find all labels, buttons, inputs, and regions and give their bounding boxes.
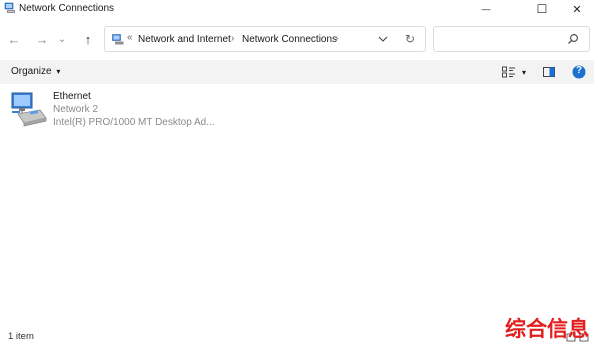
forward-arrow-icon: → bbox=[35, 31, 49, 47]
minimize-button[interactable]: — bbox=[466, 0, 506, 18]
chevron-down-icon: ▾ bbox=[521, 67, 526, 77]
window-title: Network Connections bbox=[19, 3, 115, 14]
forward-button[interactable]: → bbox=[32, 29, 52, 49]
close-button[interactable]: ✕ bbox=[557, 0, 594, 18]
address-overflow-icon[interactable]: « bbox=[127, 32, 133, 43]
adapter-name: Ethernet bbox=[53, 91, 91, 102]
chevron-down-icon: ⌄ bbox=[57, 33, 67, 45]
recent-locations-button[interactable]: ⌄ bbox=[55, 29, 69, 49]
back-arrow-icon: ← bbox=[7, 31, 21, 47]
details-view-icon bbox=[502, 66, 515, 78]
search-box[interactable] bbox=[433, 26, 590, 52]
search-input[interactable] bbox=[440, 33, 560, 45]
view-options-button[interactable]: ▾ bbox=[518, 64, 530, 80]
search-icon bbox=[568, 34, 578, 44]
address-history-button[interactable] bbox=[375, 31, 391, 47]
watermark-logo: 综合信息 bbox=[505, 317, 589, 341]
network-connections-icon bbox=[4, 2, 15, 13]
maximize-button[interactable]: ☐ bbox=[522, 0, 562, 18]
navigation-bar: ← → ⌄ ↑ « Network and Internet › Network… bbox=[0, 24, 594, 54]
minimize-icon: — bbox=[481, 4, 491, 14]
breadcrumb-network-connections[interactable]: Network Connections bbox=[242, 34, 337, 45]
chevron-down-icon bbox=[378, 36, 388, 42]
organize-label: Organize bbox=[11, 66, 52, 77]
change-view-button[interactable] bbox=[500, 64, 518, 80]
adapter-device: Intel(R) PRO/1000 MT Desktop Ad... bbox=[53, 117, 215, 128]
close-icon: ✕ bbox=[572, 3, 582, 16]
item-details: Ethernet Network 2 Intel(R) PRO/1000 MT … bbox=[53, 90, 215, 129]
preview-pane-button[interactable] bbox=[541, 64, 557, 80]
breadcrumb-separator-icon[interactable]: › bbox=[335, 33, 338, 44]
ethernet-adapter-icon bbox=[11, 92, 47, 127]
help-glyph: ? bbox=[576, 65, 583, 76]
adapter-network: Network 2 bbox=[53, 104, 99, 115]
network-connections-icon bbox=[112, 34, 124, 45]
chevron-down-icon: ▾ bbox=[56, 67, 61, 76]
address-bar[interactable]: « Network and Internet › Network Connect… bbox=[104, 26, 426, 52]
preview-pane-icon bbox=[543, 67, 555, 77]
back-button[interactable]: ← bbox=[4, 29, 24, 49]
refresh-icon: ↻ bbox=[404, 32, 416, 46]
breadcrumb-separator-icon[interactable]: › bbox=[231, 33, 234, 44]
command-bar: Organize ▾ ▾ ? bbox=[0, 60, 594, 84]
maximize-icon: ☐ bbox=[536, 2, 548, 16]
refresh-button[interactable]: ↻ bbox=[402, 31, 418, 47]
organize-menu[interactable]: Organize ▾ bbox=[11, 66, 60, 77]
up-button[interactable]: ↑ bbox=[78, 29, 98, 49]
up-arrow-icon: ↑ bbox=[84, 31, 92, 47]
breadcrumb-network-and-internet[interactable]: Network and Internet bbox=[138, 34, 231, 45]
title-bar: Network Connections — ☐ ✕ bbox=[0, 0, 594, 18]
help-button[interactable]: ? bbox=[571, 64, 587, 80]
status-item-count: 1 item bbox=[8, 331, 34, 342]
list-item[interactable]: Ethernet Network 2 Intel(R) PRO/1000 MT … bbox=[10, 90, 215, 130]
